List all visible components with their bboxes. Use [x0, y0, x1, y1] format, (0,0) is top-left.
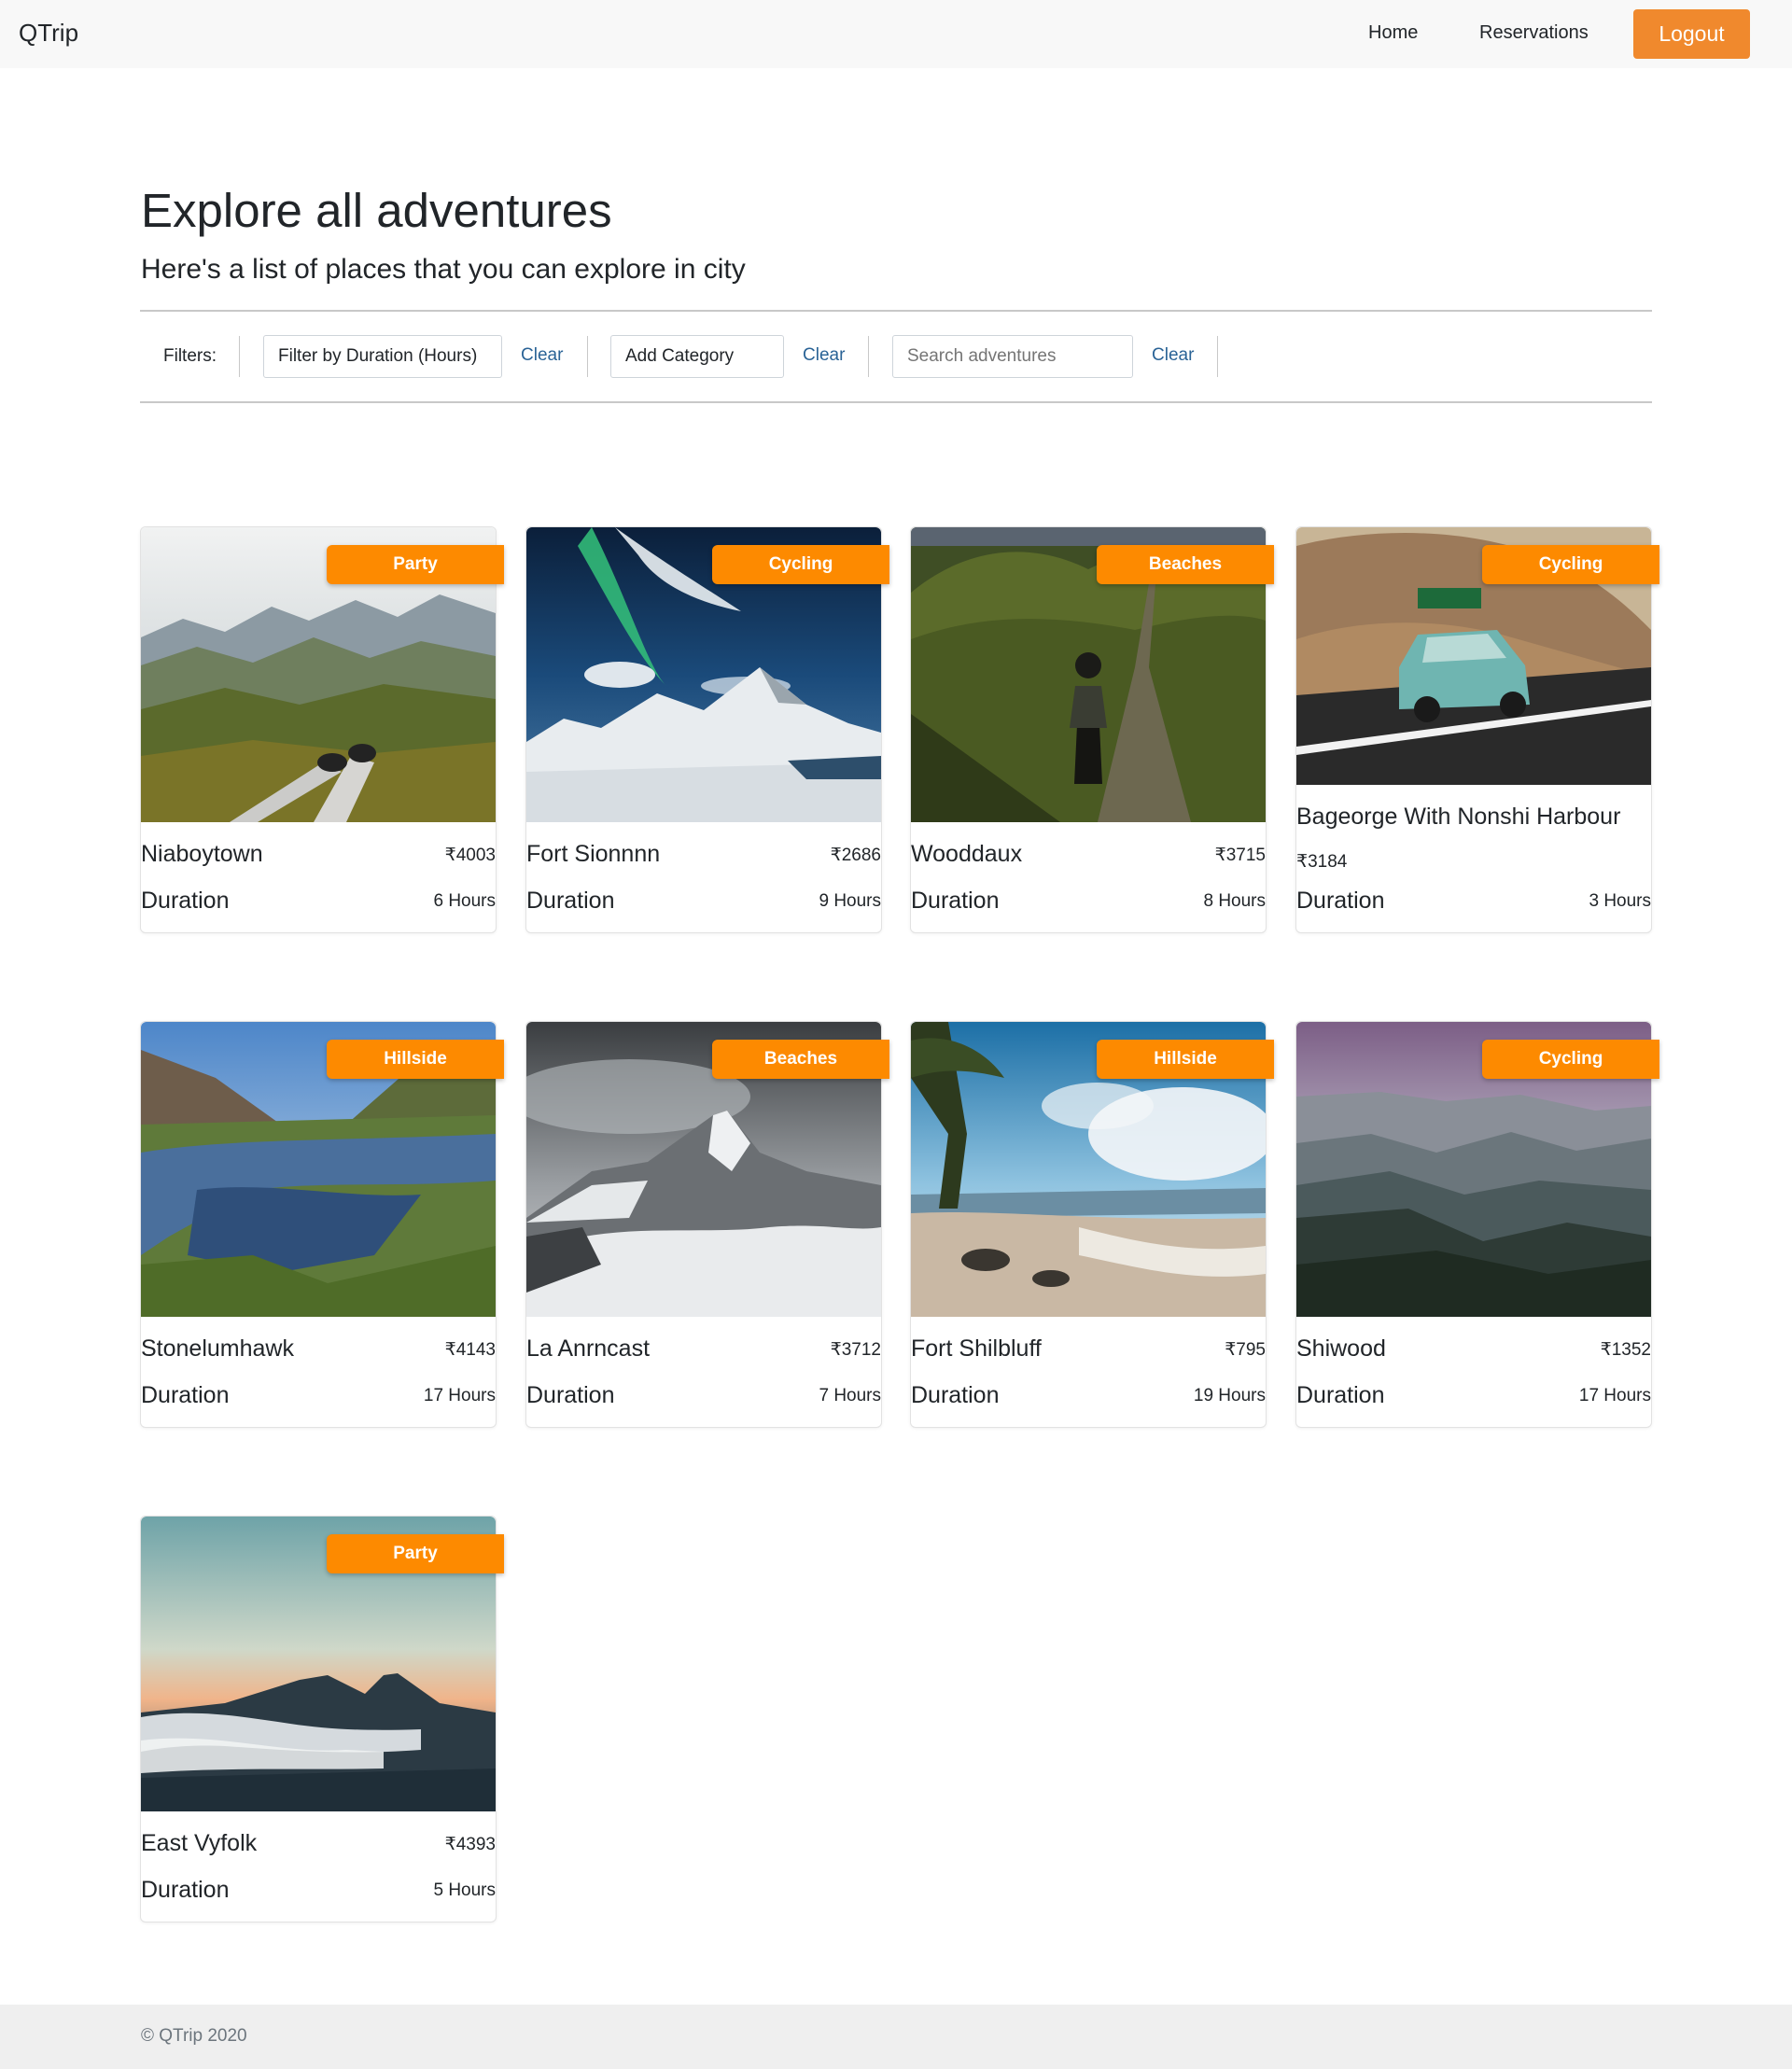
duration-value: 7 Hours	[819, 1386, 881, 1405]
nav-reservations-link[interactable]: Reservations	[1479, 22, 1589, 44]
filters-label: Filters:	[163, 346, 217, 366]
category-badge: Cycling	[1482, 1040, 1659, 1079]
adventure-name: Bageorge With Nonshi Harbour	[1296, 804, 1621, 830]
adventure-name: Fort Shilbluff	[911, 1335, 1042, 1362]
adventure-name: La Anrncast	[526, 1335, 651, 1362]
filter-divider	[1217, 336, 1218, 377]
duration-label: Duration	[141, 888, 230, 914]
category-badge: Hillside	[327, 1040, 504, 1079]
adventure-name: Wooddaux	[911, 841, 1023, 867]
adventure-price: ₹4143	[444, 1340, 496, 1360]
adventure-price: ₹3715	[1214, 846, 1266, 865]
category-badge: Cycling	[1482, 545, 1659, 584]
clear-search-link[interactable]: Clear	[1152, 345, 1194, 366]
category-badge: Beaches	[1097, 545, 1274, 584]
category-badge: Cycling	[712, 545, 889, 584]
duration-value: 9 Hours	[819, 891, 881, 911]
search-adventures-input[interactable]	[892, 335, 1133, 378]
filters-bottom-divider	[140, 401, 1652, 403]
duration-label: Duration	[911, 888, 1000, 914]
clear-category-link[interactable]: Clear	[803, 345, 845, 366]
adventure-name: East Vyfolk	[141, 1830, 258, 1856]
footer-copyright: © QTrip 2020	[141, 2026, 247, 2046]
adventure-price: ₹795	[1225, 1340, 1266, 1360]
page-title: Explore all adventures	[141, 184, 612, 237]
adventure-card[interactable]: Hillside Stonelumhawk ₹4143 Duration 17 …	[140, 1021, 504, 1428]
category-filter-select[interactable]: Add Category	[610, 335, 784, 378]
duration-label: Duration	[526, 888, 615, 914]
page-subtitle: Here's a list of places that you can exp…	[141, 254, 746, 285]
duration-label: Duration	[141, 1382, 230, 1408]
category-badge: Party	[327, 1534, 504, 1573]
duration-value: 6 Hours	[433, 891, 496, 911]
duration-label: Duration	[141, 1877, 230, 1903]
adventure-card[interactable]: Beaches La Anrncast ₹3712 Duration 7 Hou…	[525, 1021, 889, 1428]
nav-home-link[interactable]: Home	[1368, 22, 1418, 44]
adventure-price: ₹3712	[830, 1340, 881, 1360]
category-badge: Hillside	[1097, 1040, 1274, 1079]
brand-logo[interactable]: QTrip	[19, 19, 78, 48]
duration-value: 17 Hours	[423, 1386, 496, 1405]
category-badge: Beaches	[712, 1040, 889, 1079]
adventure-price: ₹2686	[830, 846, 881, 865]
adventure-card[interactable]: Cycling Shiwood ₹1352 Duration 17 Hours	[1295, 1021, 1659, 1428]
adventure-price: ₹4393	[444, 1835, 496, 1854]
adventure-card[interactable]: Beaches Wooddaux ₹3715 Duration 8 Hours	[910, 526, 1274, 933]
adventure-card[interactable]: Party Niaboytown ₹4003 Duration 6 Hours	[140, 526, 504, 933]
duration-value: 19 Hours	[1193, 1386, 1266, 1405]
adventure-name: Fort Sionnnn	[526, 841, 661, 867]
duration-value: 17 Hours	[1578, 1386, 1651, 1405]
adventure-price: ₹4003	[444, 846, 496, 865]
adventure-price: ₹1352	[1600, 1340, 1651, 1360]
duration-value: 3 Hours	[1589, 891, 1651, 911]
adventure-card[interactable]: Cycling Bageorge With Nonshi Harbour ₹31…	[1295, 526, 1659, 933]
adventure-card[interactable]: Party East Vyfolk ₹4393 Duration 5 Hours	[140, 1516, 504, 1922]
filters-top-divider	[140, 310, 1652, 312]
footer: © QTrip 2020	[0, 2005, 1792, 2069]
filter-divider	[587, 336, 588, 377]
adventure-name: Niaboytown	[141, 841, 263, 867]
duration-label: Duration	[1296, 1382, 1385, 1408]
logout-button[interactable]: Logout	[1633, 9, 1750, 59]
duration-value: 5 Hours	[433, 1880, 496, 1900]
adventure-name: Shiwood	[1296, 1335, 1386, 1362]
duration-label: Duration	[911, 1382, 1000, 1408]
duration-label: Duration	[1296, 888, 1385, 914]
navbar: QTrip Home Reservations Logout	[0, 0, 1792, 68]
clear-duration-link[interactable]: Clear	[521, 345, 563, 366]
adventure-card[interactable]: Hillside Fort Shilbluff ₹795 Duration 19…	[910, 1021, 1274, 1428]
adventure-name: Stonelumhawk	[141, 1335, 294, 1362]
duration-label: Duration	[526, 1382, 615, 1408]
adventure-card[interactable]: Cycling Fort Sionnnn ₹2686 Duration 9 Ho…	[525, 526, 889, 933]
filter-divider	[239, 336, 240, 377]
category-badge: Party	[327, 545, 504, 584]
duration-value: 8 Hours	[1203, 891, 1266, 911]
duration-filter-select[interactable]: Filter by Duration (Hours)	[263, 335, 502, 378]
filter-divider	[868, 336, 869, 377]
adventure-price: ₹3184	[1296, 852, 1348, 872]
